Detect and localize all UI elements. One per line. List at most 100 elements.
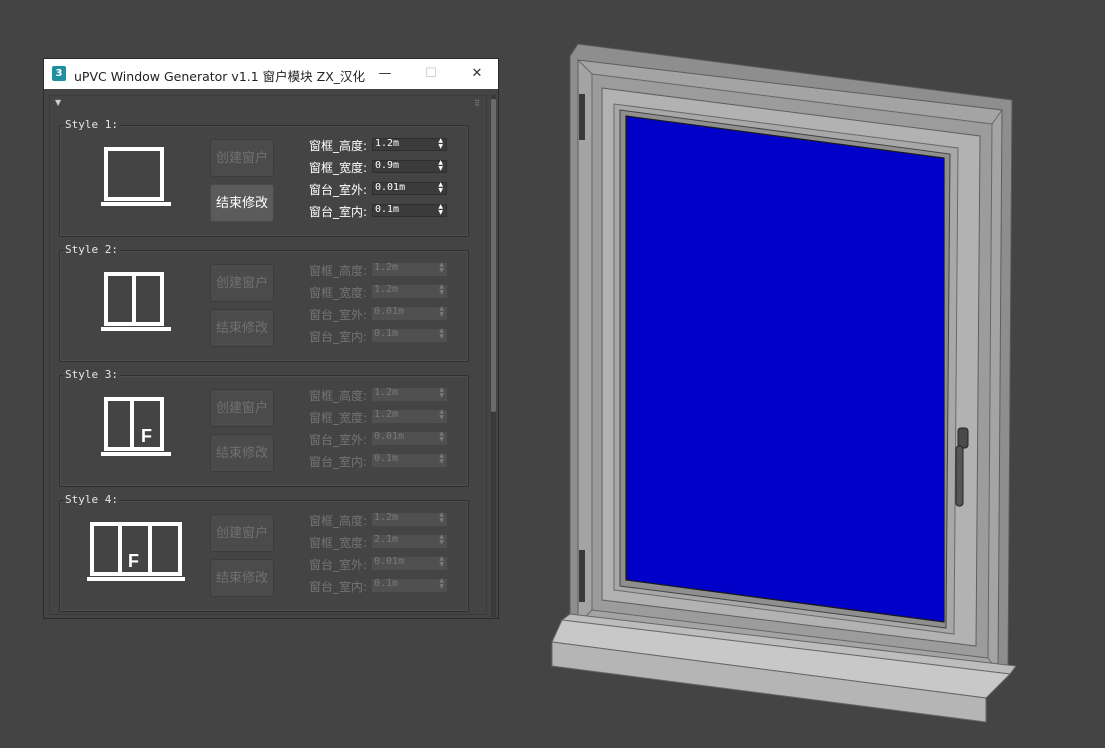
spinner-arrows-icon[interactable]: ▲ ▼ (438, 204, 443, 216)
spinner-value[interactable]: 1.2m (375, 138, 399, 149)
param-row: 窗框_高度: 1.2m ▲ ▼ (309, 509, 459, 531)
param-spinner[interactable]: 1.2m ▲ ▼ (372, 387, 447, 401)
create-window-button[interactable]: 创建窗户 (210, 389, 274, 427)
param-spinner[interactable]: 0.01m ▲ ▼ (372, 431, 447, 445)
fixed-pane-letter: F (141, 426, 152, 446)
hinge-top (579, 94, 585, 140)
param-row: 窗台_室内: 0.1m ▲ ▼ (309, 325, 459, 347)
style-group-title: Style 4: (63, 493, 120, 506)
spinner-value[interactable]: 1.2m (374, 409, 398, 420)
spinner-arrows-icon[interactable]: ▲ ▼ (439, 534, 444, 546)
maximize-button[interactable]: ☐ (408, 59, 454, 89)
spinner-arrows-icon[interactable]: ▲ ▼ (439, 328, 444, 340)
create-window-button[interactable]: 创建窗户 (210, 264, 274, 302)
param-spinner[interactable]: 0.01m ▲ ▼ (372, 306, 447, 320)
spinner-arrows-icon[interactable]: ▲ ▼ (439, 556, 444, 568)
spinner-arrows-icon[interactable]: ▲ ▼ (438, 182, 443, 194)
collapse-arrow-icon[interactable]: ▼ (55, 98, 61, 107)
spinner-arrows-icon[interactable]: ▲ ▼ (439, 431, 444, 443)
param-row: 窗台_室外: 0.01m ▲ ▼ (309, 303, 459, 325)
window-style-1-icon (100, 146, 172, 214)
spinner-arrows-icon[interactable]: ▲ ▼ (439, 409, 444, 421)
window-style-4-icon: F (86, 521, 186, 589)
spinner-value[interactable]: 0.01m (374, 556, 404, 567)
param-label: 窗台_室外: (309, 183, 368, 197)
param-spinner[interactable]: 0.01m ▲ ▼ (372, 556, 447, 570)
spinner-arrows-icon[interactable]: ▲ ▼ (439, 306, 444, 318)
spinner-value[interactable]: 0.01m (374, 306, 404, 317)
param-row: 窗框_高度: 1.2m ▲ ▼ (309, 134, 459, 156)
spinner-value[interactable]: 0.9m (375, 160, 399, 171)
param-label: 窗台_室内: (309, 580, 368, 594)
param-spinner[interactable]: 0.01m ▲ ▼ (372, 182, 447, 195)
spinner-value[interactable]: 0.1m (374, 328, 398, 339)
spinner-arrows-icon[interactable]: ▲ ▼ (439, 262, 444, 274)
param-row: 窗台_室内: 0.1m ▲ ▼ (309, 450, 459, 472)
param-row: 窗框_宽度: 0.9m ▲ ▼ (309, 156, 459, 178)
style-group-1: Style 1: 创建窗户 结束修改 窗框_高度: 1.2m ▲ ▼ 窗框_宽度: 0.9m ▲ ▼… (59, 118, 469, 237)
finish-edit-button[interactable]: 结束修改 (210, 184, 274, 222)
param-label: 窗框_宽度: (309, 161, 368, 175)
create-window-button[interactable]: 创建窗户 (210, 139, 274, 177)
param-label: 窗台_室内: (309, 205, 368, 219)
param-spinner[interactable]: 1.2m ▲ ▼ (372, 284, 447, 298)
param-spinner[interactable]: 0.9m ▲ ▼ (372, 160, 447, 173)
title-bar[interactable]: 3 uPVC Window Generator v1.1 窗户模块 ZX_汉化 … (44, 59, 498, 89)
param-spinner[interactable]: 0.1m ▲ ▼ (372, 204, 447, 217)
close-button[interactable]: ✕ (454, 59, 500, 89)
param-label: 窗框_高度: (309, 389, 368, 403)
spinner-arrows-icon[interactable]: ▲ ▼ (439, 512, 444, 524)
param-row: 窗框_高度: 1.2m ▲ ▼ (309, 384, 459, 406)
drag-grip-icon[interactable]: ⠿ (474, 99, 480, 108)
finish-edit-button[interactable]: 结束修改 (210, 309, 274, 347)
spinner-value[interactable]: 1.2m (374, 387, 398, 398)
param-row: 窗台_室内: 0.1m ▲ ▼ (309, 200, 459, 222)
finish-edit-button[interactable]: 结束修改 (210, 559, 274, 597)
param-spinner[interactable]: 1.2m ▲ ▼ (372, 138, 447, 151)
spinner-value[interactable]: 0.01m (374, 431, 404, 442)
spinner-value[interactable]: 1.2m (374, 512, 398, 523)
param-spinner[interactable]: 1.2m ▲ ▼ (372, 262, 447, 276)
param-label: 窗框_高度: (309, 514, 368, 528)
minimize-button[interactable]: — (362, 59, 408, 89)
window-handle-lever (955, 445, 964, 507)
param-spinner[interactable]: 1.2m ▲ ▼ (372, 512, 447, 526)
spinner-arrows-icon[interactable]: ▲ ▼ (439, 284, 444, 296)
param-spinner[interactable]: 0.1m ▲ ▼ (372, 328, 447, 342)
param-row: 窗台_室外: 0.01m ▲ ▼ (309, 178, 459, 200)
spinner-arrows-icon[interactable]: ▲ ▼ (439, 578, 444, 590)
upvc-window-model[interactable] (540, 30, 1030, 730)
param-label: 窗框_宽度: (309, 286, 368, 300)
param-spinner[interactable]: 1.2m ▲ ▼ (372, 409, 447, 423)
param-label: 窗台_室内: (309, 330, 368, 344)
spinner-value[interactable]: 1.2m (374, 284, 398, 295)
window-glass (625, 115, 945, 623)
param-spinner[interactable]: 2.1m ▲ ▼ (372, 534, 447, 548)
app-icon: 3 (52, 66, 66, 81)
spinner-arrows-icon[interactable]: ▲ ▼ (439, 387, 444, 399)
finish-edit-button[interactable]: 结束修改 (210, 434, 274, 472)
param-spinner[interactable]: 0.1m ▲ ▼ (372, 453, 447, 467)
spinner-arrows-icon[interactable]: ▲ ▼ (438, 160, 443, 172)
param-row: 窗台_室外: 0.01m ▲ ▼ (309, 553, 459, 575)
param-row: 窗台_室外: 0.01m ▲ ▼ (309, 428, 459, 450)
spinner-arrows-icon[interactable]: ▲ ▼ (438, 138, 443, 150)
style-group-3: Style 3: F 创建窗户 结束修改 窗框_高度: 1.2m ▲ ▼ 窗框_宽度: 1.2m ▲… (59, 368, 469, 487)
spinner-value[interactable]: 0.1m (374, 578, 398, 589)
spinner-value[interactable]: 1.2m (374, 262, 398, 273)
param-row: 窗框_宽度: 1.2m ▲ ▼ (309, 281, 459, 303)
fixed-pane-letter: F (128, 551, 139, 571)
create-window-button[interactable]: 创建窗户 (210, 514, 274, 552)
spinner-arrows-icon[interactable]: ▲ ▼ (439, 453, 444, 465)
spinner-value[interactable]: 0.01m (375, 182, 405, 193)
spinner-value[interactable]: 0.1m (374, 453, 398, 464)
spinner-value[interactable]: 0.1m (375, 204, 399, 215)
param-spinner[interactable]: 0.1m ▲ ▼ (372, 578, 447, 592)
window-style-2-icon (100, 271, 172, 339)
param-label: 窗台_室外: (309, 558, 368, 572)
style-group-title: Style 2: (63, 243, 120, 256)
spinner-value[interactable]: 2.1m (374, 534, 398, 545)
scrollbar-thumb[interactable] (491, 99, 496, 412)
rollout-panel: ▼ ⠿ Style 1: 创建窗户 结束修改 窗框_高度: 1.2m ▲ ▼ 窗框_宽度: 0.… (49, 95, 487, 615)
window-generator-dialog: 3 uPVC Window Generator v1.1 窗户模块 ZX_汉化 … (43, 58, 499, 619)
